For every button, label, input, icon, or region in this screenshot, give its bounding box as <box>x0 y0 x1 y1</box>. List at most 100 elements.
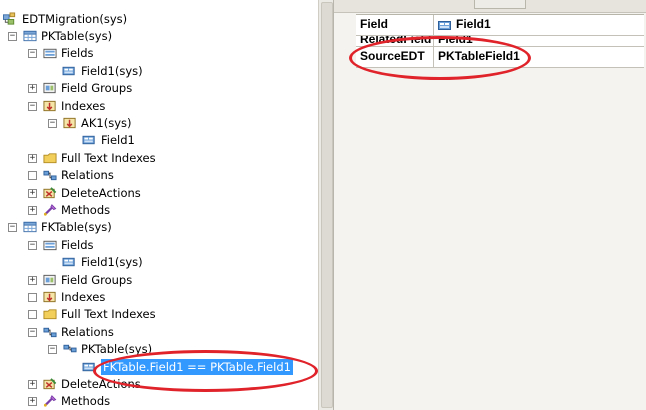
indexes-icon <box>43 291 56 303</box>
tree-item-label: Indexes <box>61 290 106 304</box>
field-icon <box>62 66 75 76</box>
tree-item-label: Field Groups <box>61 81 133 95</box>
tree-item-label: Methods <box>61 203 111 217</box>
property-name: RelatedField <box>356 36 434 46</box>
tree-item-label: Full Text Indexes <box>61 151 156 165</box>
property-tab[interactable] <box>474 0 526 9</box>
collapse-icon[interactable]: − <box>28 102 37 111</box>
tree-item[interactable]: + Methods <box>0 393 318 410</box>
tree-item[interactable]: Field1(sys) <box>0 63 318 80</box>
tree-item-label: PKTable(sys) <box>41 29 113 43</box>
folder-icon <box>43 309 57 320</box>
property-value-text: Field1 <box>456 17 491 31</box>
tree-item-label: Relations <box>61 325 114 339</box>
tree-item[interactable]: + DeleteActions <box>0 376 318 393</box>
field-groups-icon <box>43 82 56 94</box>
index-icon <box>63 117 76 129</box>
indexes-icon <box>43 100 56 112</box>
table-icon <box>23 221 37 233</box>
tree-item-label-selected: FKTable.Field1 == PKTable.Field1 <box>101 359 293 375</box>
tree-item[interactable]: Relations <box>0 167 318 184</box>
property-name: SourceEDT <box>356 47 434 67</box>
project-icon <box>3 12 16 25</box>
scrollbar-thumb[interactable] <box>321 2 333 408</box>
tree-item-label: AK1(sys) <box>81 116 132 130</box>
tree-item-label: Methods <box>61 394 111 408</box>
expand-icon[interactable]: + <box>28 380 37 389</box>
expander-empty-icon[interactable] <box>28 293 37 302</box>
field-icon <box>82 135 95 145</box>
tree-item-label: DeleteActions <box>61 377 141 391</box>
collapse-icon[interactable]: − <box>48 119 57 128</box>
expander-empty-icon[interactable] <box>28 171 37 180</box>
tree-item[interactable]: Full Text Indexes <box>0 306 318 323</box>
expander-empty-icon[interactable] <box>28 310 37 319</box>
field-groups-icon <box>43 274 56 286</box>
collapse-icon[interactable]: − <box>28 49 37 58</box>
tree-item-label: Field1(sys) <box>81 255 143 269</box>
collapse-icon[interactable]: − <box>28 241 37 250</box>
property-sheet-header <box>334 0 646 13</box>
property-value[interactable]: PKTableField1 <box>435 47 644 67</box>
property-value[interactable]: Field1 <box>435 36 644 46</box>
tree-item[interactable]: + Full Text Indexes <box>0 150 318 167</box>
tree-item-label: Fields <box>61 46 94 60</box>
expand-icon[interactable]: + <box>28 276 37 285</box>
tree-item-label: Field1(sys) <box>81 64 143 78</box>
collapse-icon[interactable]: − <box>8 32 17 41</box>
tree-item[interactable]: − Fields <box>0 237 318 254</box>
expand-icon[interactable]: + <box>28 206 37 215</box>
relation-icon <box>63 344 77 353</box>
property-name: Field <box>356 15 434 35</box>
expand-icon[interactable]: + <box>28 154 37 163</box>
tree-root-label: EDTMigration(sys) <box>22 12 128 26</box>
field-icon <box>438 21 451 30</box>
field-icon <box>62 257 75 267</box>
tree-scrollbar[interactable] <box>318 0 334 410</box>
table-icon <box>23 30 37 42</box>
tree-item[interactable]: − Fields <box>0 45 318 62</box>
tree-item[interactable]: − AK1(sys) <box>0 115 318 132</box>
tree-item-label: Field1 <box>101 133 135 147</box>
tree-item[interactable]: − PKTable(sys) <box>0 341 318 358</box>
fields-icon <box>43 240 57 251</box>
tree-item-label: PKTable(sys) <box>81 342 153 356</box>
tree-item[interactable]: − Relations <box>0 324 318 341</box>
tree-item[interactable]: + Methods <box>0 202 318 219</box>
tree-item[interactable]: − PKTable(sys) <box>0 28 318 45</box>
property-row-field[interactable]: Field Field1 <box>356 15 644 36</box>
relations-icon <box>43 170 57 181</box>
expand-icon[interactable]: + <box>28 189 37 198</box>
tree-item[interactable]: − Indexes <box>0 98 318 115</box>
fields-icon <box>43 48 57 59</box>
tree-item-label: DeleteActions <box>61 186 141 200</box>
property-sheet: Field Field1 RelatedField Field1 SourceE… <box>334 0 646 410</box>
tree-item-label: Indexes <box>61 99 106 113</box>
tree-item[interactable]: + Field Groups <box>0 80 318 97</box>
folder-icon <box>43 153 57 164</box>
expand-icon[interactable]: + <box>28 84 37 93</box>
tree-item[interactable]: + DeleteActions <box>0 185 318 202</box>
delete-actions-icon <box>43 378 57 390</box>
tree-item-label: Relations <box>61 168 114 182</box>
expand-icon[interactable]: + <box>28 397 37 406</box>
collapse-icon[interactable]: − <box>8 223 17 232</box>
tree-item[interactable]: Indexes <box>0 289 318 306</box>
collapse-icon[interactable]: − <box>48 345 57 354</box>
methods-icon <box>43 204 57 216</box>
property-grid: Field Field1 RelatedField Field1 SourceE… <box>356 14 644 68</box>
property-value[interactable]: Field1 <box>435 15 644 35</box>
tree-item-label: FKTable(sys) <box>41 220 112 234</box>
field-icon <box>82 362 95 372</box>
property-row-source-edt[interactable]: SourceEDT PKTableField1 <box>356 47 644 68</box>
collapse-icon[interactable]: − <box>28 328 37 337</box>
tree-item-label: Field Groups <box>61 273 133 287</box>
tree-item[interactable]: FKTable.Field1 == PKTable.Field1 <box>0 359 318 376</box>
property-row-related-field[interactable]: RelatedField Field1 <box>356 36 644 47</box>
relations-icon <box>43 327 57 338</box>
tree-item-label: Fields <box>61 238 94 252</box>
tree-item[interactable]: + Field Groups <box>0 272 318 289</box>
tree-item[interactable]: Field1(sys) <box>0 254 318 271</box>
tree-item[interactable]: Field1 <box>0 132 318 149</box>
tree-item[interactable]: − FKTable(sys) <box>0 219 318 236</box>
